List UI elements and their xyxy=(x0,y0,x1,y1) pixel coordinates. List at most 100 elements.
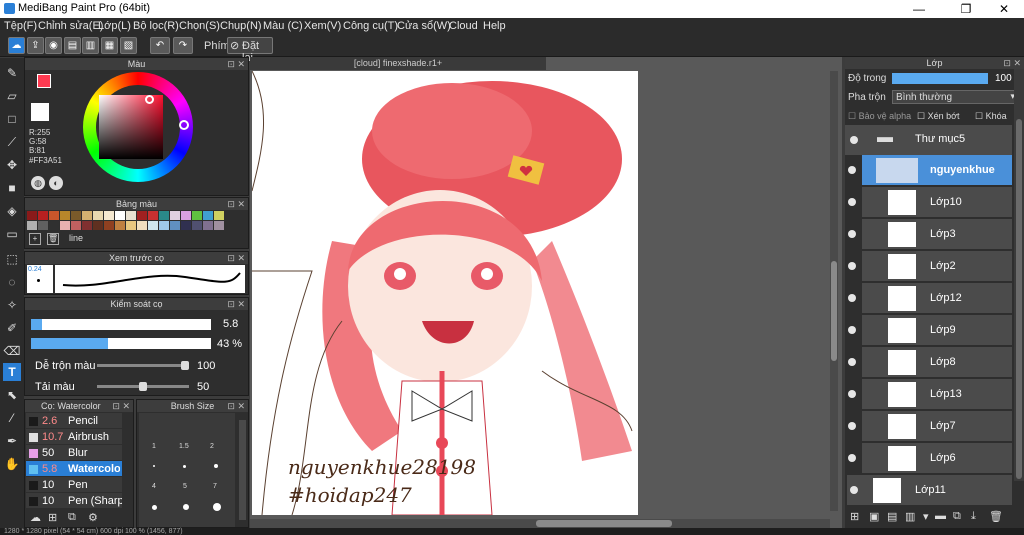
layer-blend-select[interactable]: Bình thường ▾ xyxy=(892,90,1019,104)
palette-swatch[interactable] xyxy=(60,221,70,230)
palette-swatch[interactable] xyxy=(38,221,48,230)
visibility-eye-icon[interactable] xyxy=(850,486,858,494)
palette-icon[interactable]: ◍ xyxy=(31,176,45,190)
new-1bit-layer-icon[interactable]: ▥ xyxy=(905,510,915,523)
palette-swatch[interactable] xyxy=(126,221,136,230)
palette-swatch[interactable] xyxy=(214,221,224,230)
eraser-tool-icon[interactable]: ▱ xyxy=(3,87,21,105)
select-rect-tool-icon[interactable]: ⬚ xyxy=(3,250,21,268)
delete-palette-icon[interactable]: 🗑 xyxy=(47,233,59,245)
layer-scrollbar[interactable] xyxy=(1014,69,1024,481)
palette-swatch[interactable] xyxy=(27,211,37,220)
palette-swatch[interactable] xyxy=(181,211,191,220)
rectangle-tool-icon[interactable]: □ xyxy=(3,110,21,128)
layer-row[interactable]: Lớp9 xyxy=(848,315,1012,346)
secondary-color-swatch[interactable] xyxy=(31,103,49,121)
menu-tools[interactable]: Công cụ(T) xyxy=(343,20,398,32)
panel-controls-icon[interactable]: ⊡ ✕ xyxy=(1003,57,1021,69)
add-layer-menu-icon[interactable]: ▾ xyxy=(923,510,929,523)
menu-edit[interactable]: Chỉnh sửa(E) xyxy=(38,20,103,32)
layer-folder-row[interactable]: ▬ Thư mục5 xyxy=(845,125,1012,155)
cloud-icon[interactable]: ☁ xyxy=(8,37,25,54)
panel-controls-icon[interactable]: ⊡ ✕ xyxy=(227,298,245,310)
palette-swatch[interactable] xyxy=(203,211,213,220)
hand-tool-icon[interactable]: ✋ xyxy=(3,455,21,473)
layer-row[interactable]: Lớp6 xyxy=(848,443,1012,474)
redo-icon[interactable]: ↷ xyxy=(173,37,193,54)
palette-swatch[interactable] xyxy=(214,211,224,220)
palette-swatch[interactable] xyxy=(170,221,180,230)
brush-settings-icon[interactable]: ⚙ xyxy=(88,511,98,524)
palette-swatch[interactable] xyxy=(104,211,114,220)
palette-swatch[interactable] xyxy=(71,221,81,230)
palette-swatch[interactable] xyxy=(49,221,59,230)
palette-swatch[interactable] xyxy=(126,211,136,220)
palette-swatch[interactable] xyxy=(38,211,48,220)
document-icon[interactable]: ▥ xyxy=(82,37,99,54)
palette-swatch[interactable] xyxy=(60,211,70,220)
merge-down-icon[interactable]: ⤓ xyxy=(971,510,976,523)
palette-swatch[interactable] xyxy=(115,211,125,220)
delete-layer-icon[interactable]: 🗑 xyxy=(989,510,1003,523)
minimize-button[interactable]: — xyxy=(904,0,934,18)
visibility-eye-icon[interactable] xyxy=(848,166,856,174)
brush-item[interactable]: 10 Pen (Sharp) xyxy=(26,493,122,509)
panel-controls-icon[interactable]: ⊡ ✕ xyxy=(112,400,130,412)
brush-tool-icon[interactable]: ✎ xyxy=(3,64,21,82)
visibility-eye-icon[interactable] xyxy=(848,454,856,462)
eyedropper-tool-icon[interactable]: ⁄ xyxy=(3,409,21,427)
gradient-tool-icon[interactable]: ▭ xyxy=(3,225,21,243)
canvas-tab[interactable]: [cloud] finexshade.r1+ xyxy=(250,57,546,70)
layer-row[interactable]: Lớp8 xyxy=(848,347,1012,378)
brush-opacity-slider[interactable] xyxy=(31,338,211,349)
layer-row[interactable]: Lớp13 xyxy=(848,379,1012,410)
color-picker-handle[interactable] xyxy=(145,95,154,104)
palette-swatch[interactable] xyxy=(82,221,92,230)
new-palette-icon[interactable]: + xyxy=(29,233,41,245)
select-eraser-icon[interactable]: ⌫ xyxy=(3,342,21,360)
maximize-button[interactable]: ❐ xyxy=(951,0,981,18)
saturation-square[interactable] xyxy=(99,95,163,159)
grid-icon[interactable]: ▦ xyxy=(101,37,118,54)
palette-swatch[interactable] xyxy=(93,221,103,230)
palette-swatch[interactable] xyxy=(159,221,169,230)
add-brush-icon[interactable]: ⊞ xyxy=(48,511,57,524)
layer-row[interactable]: Lớp7 xyxy=(848,411,1012,442)
brush-size-scrollbar[interactable] xyxy=(239,420,246,520)
menu-view[interactable]: Xem(V) xyxy=(304,20,341,32)
undo-icon[interactable]: ↶ xyxy=(150,37,170,54)
lock-checkbox[interactable]: ☐ Khóa xyxy=(975,111,1007,122)
palette-swatch[interactable] xyxy=(159,211,169,220)
visibility-eye-icon[interactable] xyxy=(848,230,856,238)
menu-select[interactable]: Chọn(S) xyxy=(179,20,220,32)
layer-row[interactable]: Lớp10 xyxy=(848,187,1012,218)
fill-rect-tool-icon[interactable]: ■ xyxy=(3,179,21,197)
palette-swatch[interactable] xyxy=(27,221,37,230)
panel-controls-icon[interactable]: ⊡ ✕ xyxy=(227,198,245,210)
lasso-tool-icon[interactable]: ◌ xyxy=(3,273,21,291)
layout-icon[interactable]: ▧ xyxy=(120,37,137,54)
brush-item-selected[interactable]: 5.8 Watercolor xyxy=(26,461,122,477)
brush-size-grid[interactable]: 1 1.5 2 4 5 7 xyxy=(139,413,235,527)
new-halftone-layer-icon[interactable]: ▣ xyxy=(869,510,879,523)
primary-color-swatch[interactable] xyxy=(37,74,51,88)
palette-swatch[interactable] xyxy=(49,211,59,220)
visibility-eye-icon[interactable] xyxy=(848,294,856,302)
brush-item[interactable]: 10 Pen xyxy=(26,477,122,493)
new-8bit-layer-icon[interactable]: ▤ xyxy=(887,510,897,523)
visibility-eye-icon[interactable] xyxy=(848,390,856,398)
panel-controls-icon[interactable]: ⊡ ✕ xyxy=(227,58,245,70)
visibility-eye-icon[interactable] xyxy=(848,326,856,334)
palette-swatch[interactable] xyxy=(148,211,158,220)
menu-color[interactable]: Màu (C) xyxy=(263,20,303,32)
move-tool-icon[interactable]: ✥ xyxy=(3,156,21,174)
palette-swatch[interactable] xyxy=(93,211,103,220)
layer-row[interactable]: Lớp12 xyxy=(848,283,1012,314)
palette-swatch[interactable] xyxy=(181,221,191,230)
visibility-eye-icon[interactable] xyxy=(848,262,856,270)
protect-alpha-checkbox[interactable]: ☐ Bảo vệ alpha xyxy=(848,111,911,122)
operation-tool-icon[interactable]: ⬉ xyxy=(3,386,21,404)
brush-size-slider[interactable] xyxy=(31,319,211,330)
export-icon[interactable]: ⇪ xyxy=(27,37,44,54)
brush-item[interactable]: 50 Blur xyxy=(26,445,122,461)
